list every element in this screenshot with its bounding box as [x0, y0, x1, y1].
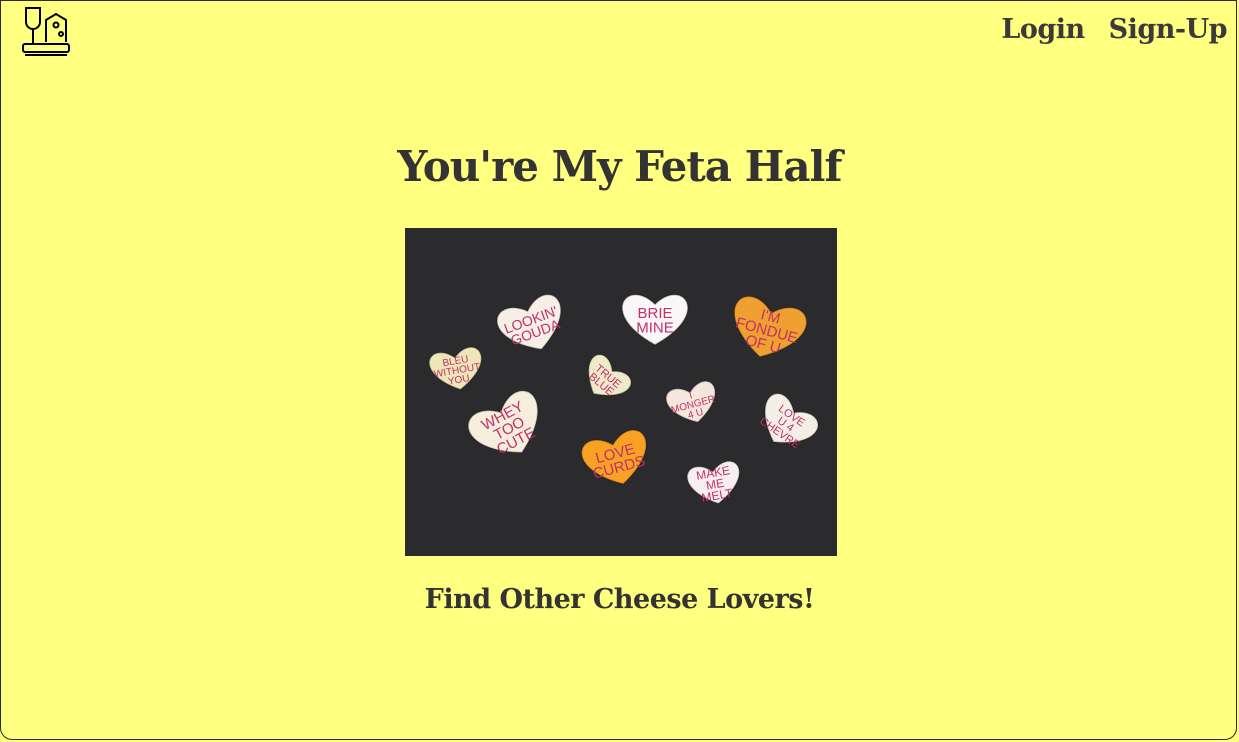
signup-link[interactable]: Sign-Up: [1109, 14, 1228, 45]
page-title: You're My Feta Half: [397, 142, 842, 191]
login-link[interactable]: Login: [1001, 14, 1085, 45]
find-cheese-lovers-heading: Find Other Cheese Lovers!: [424, 584, 815, 615]
cheese-hearts-image: BLEUWITHOUTYOULOOKIN'GOUDABRIE MINEI'MFON…: [405, 228, 837, 556]
top-nav: Login Sign-Up: [1001, 14, 1227, 45]
candy-heart-message: BRIE MINE: [636, 305, 674, 336]
wine-cheese-logo-icon[interactable]: [20, 4, 74, 58]
